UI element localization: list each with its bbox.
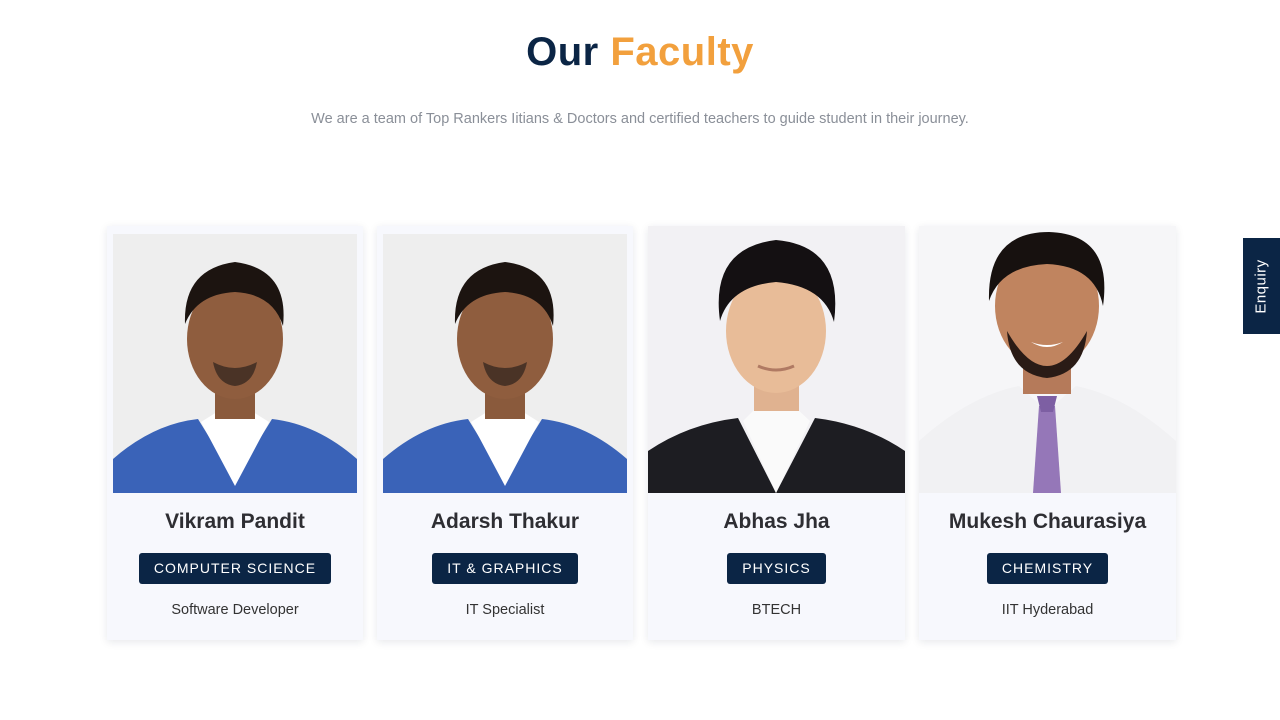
faculty-name: Mukesh Chaurasiya	[948, 510, 1147, 533]
faculty-role: Software Developer	[171, 602, 299, 618]
faculty-photo	[383, 234, 627, 493]
faculty-photo	[113, 234, 357, 493]
subject-badge: PHYSICS	[727, 553, 826, 584]
faculty-card[interactable]: Abhas Jha PHYSICS BTECH	[648, 226, 905, 640]
faculty-name: Vikram Pandit	[165, 510, 305, 533]
enquiry-label: Enquiry	[1253, 258, 1271, 314]
section-title: Our Faculty	[0, 30, 1280, 75]
subject-badge: CHEMISTRY	[986, 553, 1109, 584]
title-part-our: Our	[526, 30, 599, 74]
title-part-faculty: Faculty	[610, 30, 754, 74]
faculty-role: IIT Hyderabad	[1001, 602, 1094, 618]
faculty-photo	[919, 226, 1176, 493]
section-subtitle: We are a team of Top Rankers Iitians & D…	[311, 111, 969, 127]
faculty-card[interactable]: Adarsh Thakur IT & GRAPHICS IT Specialis…	[377, 226, 633, 640]
enquiry-button[interactable]: Enquiry	[1243, 238, 1280, 334]
faculty-photo	[648, 226, 905, 493]
faculty-name: Adarsh Thakur	[430, 510, 580, 533]
faculty-role: BTECH	[751, 602, 802, 618]
subject-badge: IT & GRAPHICS	[432, 553, 578, 584]
faculty-role: IT Specialist	[465, 602, 545, 618]
faculty-card[interactable]: Mukesh Chaurasiya CHEMISTRY IIT Hyderaba…	[919, 226, 1176, 640]
subject-badge: COMPUTER SCIENCE	[138, 553, 332, 584]
faculty-card[interactable]: Vikram Pandit COMPUTER SCIENCE Software …	[107, 226, 363, 640]
faculty-section: Our Faculty We are a team of Top Rankers…	[0, 0, 1280, 720]
faculty-name: Abhas Jha	[723, 510, 830, 533]
